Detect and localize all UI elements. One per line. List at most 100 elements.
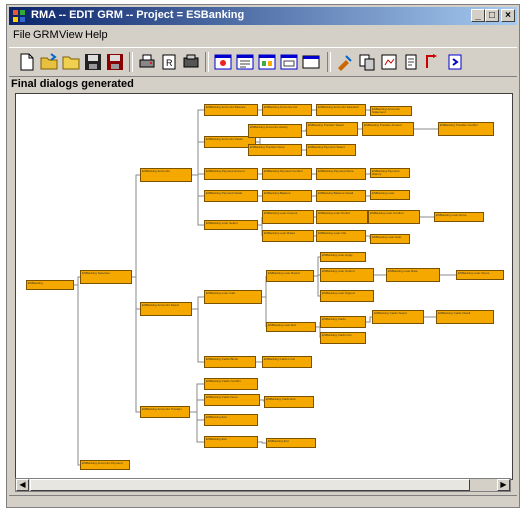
status-bar xyxy=(9,495,517,508)
dialog-node[interactable]: ESBanking Payment Detail xyxy=(204,190,258,202)
dialog-node[interactable]: ESBanking Accounts Balance xyxy=(204,104,258,116)
dialog-node[interactable]: ESBanking Accounts Selected xyxy=(316,104,366,116)
horizontal-scrollbar[interactable]: ◀ ▶ xyxy=(15,478,511,492)
toolbar-separator xyxy=(129,52,133,72)
dialog-node[interactable]: ESBanking xyxy=(26,280,74,290)
app-window: RMA -- EDIT GRM -- Project = ESBanking _… xyxy=(6,4,520,508)
tree-edge xyxy=(258,441,266,444)
scroll-thumb[interactable] xyxy=(30,479,470,491)
dialog-node[interactable]: ESBanking Loan Terms xyxy=(456,270,504,280)
dialog-tree-canvas[interactable]: ESBanking ESBanking Selection ESBanking Ac… xyxy=(15,93,513,480)
dialog-node[interactable]: ESBanking Exit xyxy=(204,436,258,448)
dialog-node[interactable]: ESBanking Transfer Amount xyxy=(362,122,414,136)
view-icon-1[interactable] xyxy=(213,52,233,72)
save-all-icon[interactable] xyxy=(105,52,125,72)
scroll-left-arrow-icon[interactable]: ◀ xyxy=(16,479,29,491)
dialog-node[interactable]: ESBanking Loan Confirm xyxy=(368,210,420,224)
new-icon[interactable] xyxy=(17,52,37,72)
dialog-node[interactable]: ESBanking Loan Period xyxy=(316,210,368,224)
menu-bar: File GRM View Help xyxy=(9,27,517,45)
dialog-node[interactable]: ESBanking Loan Exit xyxy=(266,322,316,332)
menu-help[interactable]: Help xyxy=(85,29,108,41)
dialog-node[interactable]: ESBanking Cards Block xyxy=(204,356,256,368)
tool-icon-4[interactable] xyxy=(401,52,421,72)
dialog-node[interactable]: ESBanking Accounts Statement xyxy=(370,106,412,116)
dialog-node[interactable]: ESBanking Loan Signed xyxy=(320,290,374,302)
print-icon[interactable] xyxy=(137,52,157,72)
scroll-right-arrow-icon[interactable]: ▶ xyxy=(497,479,510,491)
dialog-node[interactable]: ESBanking Loan Done xyxy=(434,212,484,222)
tree-edge xyxy=(192,174,204,226)
tree-edge xyxy=(190,399,204,413)
dialog-node[interactable]: ESBanking Balance xyxy=(262,190,312,202)
dialog-node[interactable]: ESBanking Loan xyxy=(370,190,410,200)
dialog-node[interactable]: ESBanking Loan Submit xyxy=(320,268,374,282)
title-bar: RMA -- EDIT GRM -- Project = ESBanking _… xyxy=(9,7,517,25)
dialog-node[interactable]: ESBanking Accounts Select xyxy=(140,302,192,316)
tree-edge xyxy=(192,296,204,310)
panel-label: Final dialogs generated xyxy=(11,78,134,90)
dialog-node[interactable]: ESBanking Loan Apply xyxy=(320,252,366,262)
tree-edge xyxy=(74,284,80,466)
dialog-node[interactable]: ESBanking Cards Detail xyxy=(436,310,494,324)
save-icon[interactable] xyxy=(83,52,103,72)
dialog-node[interactable]: ESBanking Exit xyxy=(204,414,258,426)
dialog-node[interactable]: ESBanking Loan Calc xyxy=(204,290,262,304)
dialog-node[interactable]: ESBanking Cards xyxy=(320,316,366,328)
dialog-node[interactable]: ESBanking Exit xyxy=(266,438,316,448)
dialog-node[interactable]: ESBanking Accounts Transfer xyxy=(140,406,190,418)
menu-grm[interactable]: GRM xyxy=(33,29,59,41)
menu-file[interactable]: File xyxy=(13,29,31,41)
preview-icon[interactable]: R xyxy=(159,52,179,72)
tree-edge xyxy=(132,174,140,278)
dialog-node[interactable]: ESBanking Loan Help xyxy=(370,234,410,244)
dialog-node[interactable]: ESBanking Selection xyxy=(80,270,132,284)
tool-icon-3[interactable] xyxy=(379,52,399,72)
view-icon-4[interactable] xyxy=(279,52,299,72)
folder-icon[interactable] xyxy=(61,52,81,72)
dialog-node[interactable]: ESBanking Cards Info xyxy=(320,332,366,344)
dialog-node[interactable]: ESBanking Payment History xyxy=(370,168,410,178)
tool-icon-1[interactable] xyxy=(335,52,355,72)
dialog-node[interactable]: ESBanking Loan Amount xyxy=(262,210,314,224)
dialog-node[interactable]: ESBanking Payment Amount xyxy=(204,168,258,180)
dialog-node[interactable]: ESBanking Loan Rate xyxy=(386,268,440,282)
open-icon[interactable] xyxy=(39,52,59,72)
tool-icon-5[interactable] xyxy=(423,52,443,72)
dialog-node[interactable]: ESBanking Cards Confirm xyxy=(204,378,258,390)
window-icon[interactable] xyxy=(301,52,321,72)
svg-text:R: R xyxy=(166,58,173,68)
dialog-node[interactable]: ESBanking Accounts xyxy=(140,168,192,182)
dialog-node[interactable]: ESBanking Accounts List xyxy=(262,104,312,116)
tool-icon-6[interactable] xyxy=(445,52,465,72)
view-icon-3[interactable] xyxy=(257,52,277,72)
dialog-node[interactable]: ESBanking Cards Select xyxy=(372,310,424,324)
dialog-node[interactable]: ESBanking Cards Done xyxy=(204,394,260,406)
dialog-node[interactable]: ESBanking Loan Result xyxy=(266,270,314,282)
tool-icon-2[interactable] xyxy=(357,52,377,72)
maximize-button[interactable]: □ xyxy=(485,9,499,22)
dialog-node[interactable]: ESBanking Payment Done xyxy=(316,168,366,180)
dialog-node[interactable]: ESBanking Cards Exit xyxy=(264,396,314,408)
app-icon xyxy=(13,10,25,22)
menu-view[interactable]: View xyxy=(59,29,83,41)
dialog-node[interactable]: ESBanking Balance Detail xyxy=(316,190,366,202)
dialog-node[interactable]: ESBanking Loan Select xyxy=(204,220,258,230)
tree-edge xyxy=(192,308,204,363)
dialog-node[interactable]: ESBanking Payment Confirm xyxy=(262,168,312,180)
dialog-node[interactable]: ESBanking Transfer Confirm xyxy=(438,122,494,136)
dialog-node[interactable]: ESBanking Loan Rates xyxy=(262,230,314,242)
tree-edge xyxy=(132,276,140,413)
dialog-node[interactable]: ESBanking Loan Info xyxy=(316,230,366,242)
dialog-node[interactable]: ESBanking Accounts Payment xyxy=(80,460,130,470)
toolbar: R xyxy=(9,47,517,77)
dialog-node[interactable]: ESBanking Cards Limit xyxy=(262,356,312,368)
view-icon-2[interactable] xyxy=(235,52,255,72)
dialog-node[interactable]: ESBanking Accounts History xyxy=(248,124,302,138)
dialog-node[interactable]: ESBanking Transfer Done xyxy=(248,144,302,156)
settings-icon[interactable] xyxy=(181,52,201,72)
dialog-node[interactable]: ESBanking Transfer Select xyxy=(306,122,358,136)
close-button[interactable]: × xyxy=(501,9,515,22)
dialog-node[interactable]: ESBanking Payment Select xyxy=(306,144,356,156)
minimize-button[interactable]: _ xyxy=(471,9,485,22)
